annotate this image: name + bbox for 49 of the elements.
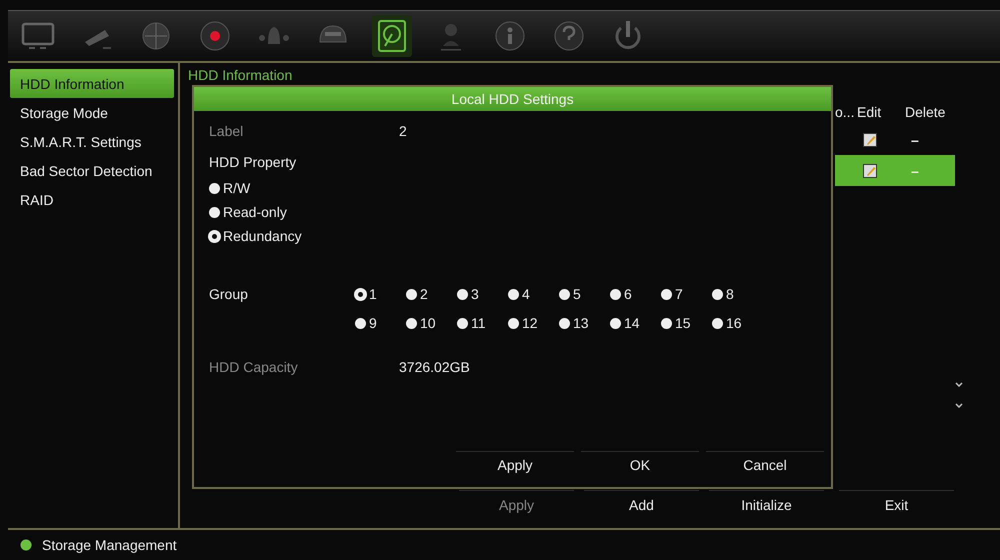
field-value: 3726.02GB: [399, 359, 470, 377]
field-label: HDD Property: [209, 154, 296, 172]
field-label: Label: [209, 123, 244, 141]
sidebar-item[interactable]: HDD Information: [10, 69, 174, 98]
radio-option[interactable]: 9: [355, 311, 406, 335]
radio-option[interactable]: R/W: [209, 176, 250, 200]
radio-option[interactable]: 4: [508, 282, 559, 306]
delete-mark[interactable]: –: [905, 132, 955, 148]
footer-button[interactable]: Exit: [839, 490, 954, 518]
radio-option[interactable]: 12: [508, 311, 559, 335]
radio-option[interactable]: 1: [355, 282, 406, 306]
sidebar-item[interactable]: Storage Mode: [10, 98, 174, 127]
radio-option[interactable]: 2: [406, 282, 457, 306]
section-title: HDD Information: [187, 66, 294, 85]
radio-option[interactable]: Read-only: [209, 200, 287, 224]
sidebar-item[interactable]: S.M.A.R.T. Settings: [10, 127, 174, 156]
sidebar-item[interactable]: RAID: [10, 185, 174, 214]
chevron-down-icon[interactable]: [955, 403, 963, 408]
column-header: Delete: [905, 104, 946, 120]
dialog-title: Local HDD Settings: [194, 87, 831, 111]
footer-button[interactable]: Add: [584, 490, 699, 518]
chevron-down-icon[interactable]: [955, 382, 963, 387]
column-header: o...: [835, 104, 856, 120]
dialog-button[interactable]: Apply: [456, 451, 574, 477]
radio-option[interactable]: 15: [661, 311, 712, 335]
sidebar-item[interactable]: Bad Sector Detection: [10, 156, 174, 185]
radio-option[interactable]: 11: [457, 311, 508, 335]
radio-option[interactable]: 10: [406, 311, 457, 335]
field-label: HDD Capacity: [209, 359, 299, 377]
radio-option[interactable]: 5: [559, 282, 610, 306]
edit-icon[interactable]: [863, 132, 877, 146]
dialog-button[interactable]: Cancel: [706, 451, 824, 477]
status-dot-icon: [20, 539, 32, 551]
status-text: Storage Management: [42, 537, 177, 553]
column-header: Edit: [857, 104, 882, 120]
field-label: Group: [209, 285, 249, 304]
footer-button[interactable]: Initialize: [709, 490, 824, 518]
radio-option[interactable]: 7: [661, 282, 712, 306]
radio-option[interactable]: 6: [610, 282, 661, 306]
radio-option[interactable]: Redundancy: [209, 224, 302, 248]
radio-option[interactable]: 16: [712, 311, 763, 335]
edit-icon[interactable]: [863, 164, 877, 178]
radio-option[interactable]: 14: [610, 311, 661, 335]
radio-option[interactable]: 8: [712, 282, 763, 306]
radio-option[interactable]: 13: [559, 311, 610, 335]
dialog-button[interactable]: OK: [581, 451, 699, 477]
table-row[interactable]: –: [835, 124, 955, 155]
field-value: 2: [399, 123, 407, 141]
radio-option[interactable]: 3: [457, 282, 508, 306]
